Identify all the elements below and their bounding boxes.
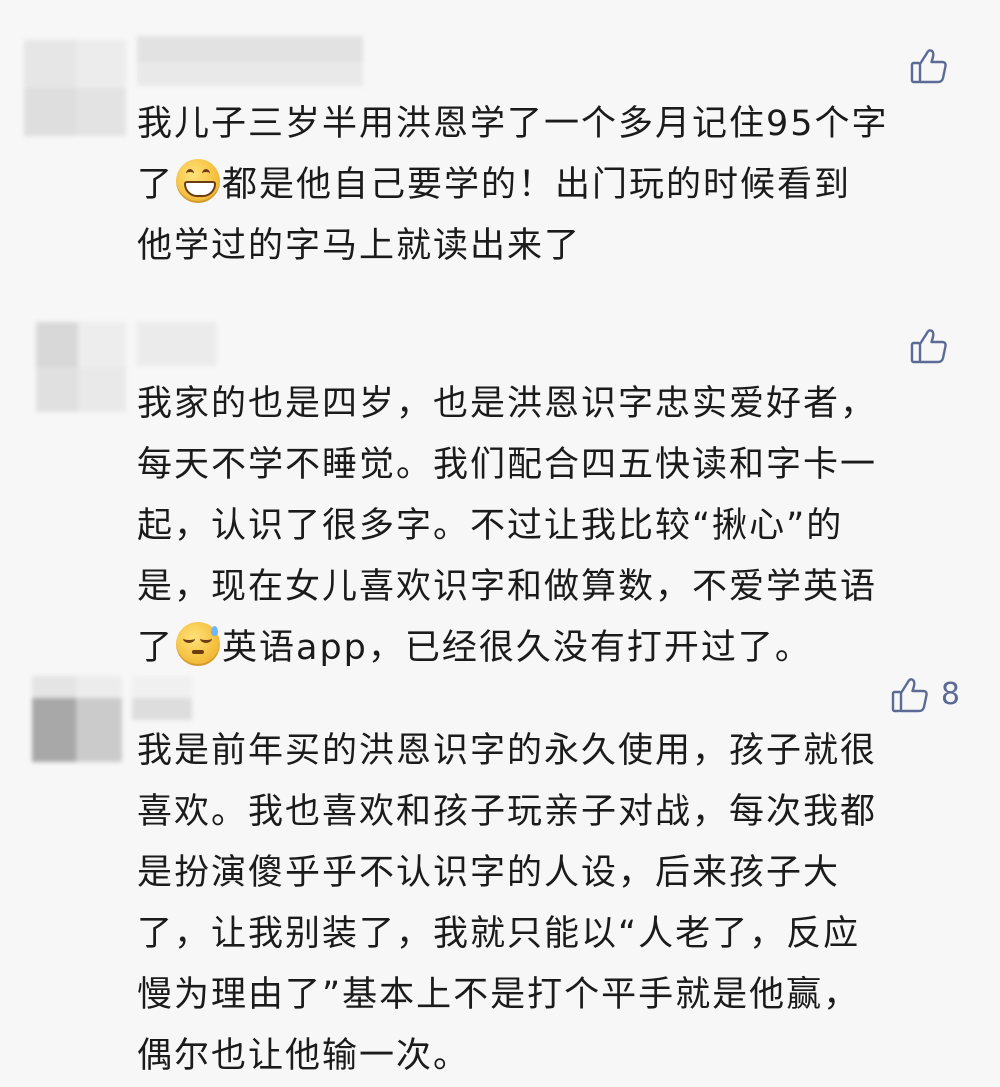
comment-text: 我家的也是四岁，也是洪恩识字忠实爱好者， 每天不学不睡觉。我们配合四五快读和字卡… — [137, 374, 967, 679]
comment-line: 是扮演傻乎乎不认识字的人设，后来孩子大 — [137, 853, 841, 893]
grinning-face-emoji — [176, 159, 221, 203]
comment-text: 我是前年买的洪恩识字的永久使用，孩子就很 喜欢。我也喜欢和孩子玩亲子对战，每次我… — [137, 721, 967, 1087]
thumbs-up-icon — [910, 47, 948, 85]
username[interactable] — [137, 36, 363, 86]
like-button[interactable] — [910, 327, 960, 365]
comment-line: 他学过的字马上就读出来了 — [137, 226, 582, 266]
comment-text: 我儿子三岁半用洪恩学了一个多月记住95个字 了都是他自己要学的！出门玩的时候看到… — [137, 94, 967, 277]
comment-line: 了英语app，已经很久没有打开过了。 — [137, 618, 967, 679]
comment-line: 是，现在女儿喜欢识字和做算数，不爱学英语 — [137, 567, 878, 607]
thumbs-up-icon — [910, 327, 948, 365]
comment-line: 我儿子三岁半用洪恩学了一个多月记住95个字 — [137, 104, 889, 144]
thumbs-up-icon — [891, 676, 929, 714]
comment-line: 喜欢。我也喜欢和孩子玩亲子对战，每次我都 — [137, 792, 878, 832]
avatar[interactable] — [36, 322, 126, 412]
comment-line: 我是前年买的洪恩识字的永久使用，孩子就很 — [137, 731, 878, 771]
comment-line: 了，让我别装了，我就只能以“人老了，反应 — [137, 914, 861, 954]
like-button[interactable] — [910, 47, 960, 85]
comment-line: 起，认识了很多字。不过让我比较“揪心”的 — [137, 506, 844, 546]
like-count: 8 — [940, 677, 960, 712]
comment-line: 慢为理由了”基本上不是打个平手就是他赢， — [137, 975, 861, 1015]
avatar[interactable] — [24, 40, 126, 136]
username[interactable] — [132, 676, 192, 720]
sweat-smile-emoji — [176, 622, 221, 666]
comment-line: 我家的也是四岁，也是洪恩识字忠实爱好者， — [137, 384, 878, 424]
avatar[interactable] — [32, 676, 122, 762]
comment-line: 了都是他自己要学的！出门玩的时候看到 — [137, 155, 967, 216]
username[interactable] — [137, 322, 217, 366]
comment-line: 每天不学不睡觉。我们配合四五快读和字卡一 — [137, 445, 878, 485]
comment-line: 偶尔也让他输一次。 — [137, 1036, 471, 1076]
like-button[interactable]: 8 — [891, 676, 960, 714]
